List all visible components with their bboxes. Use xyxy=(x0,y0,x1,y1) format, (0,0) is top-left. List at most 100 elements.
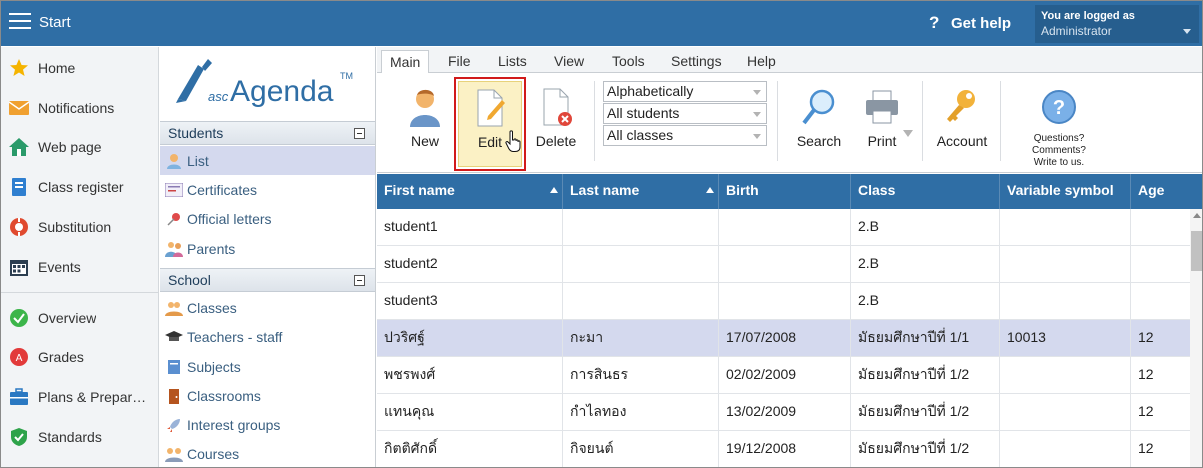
nav-divider xyxy=(1,292,158,293)
logo-name: Agenda xyxy=(230,75,334,108)
table-scrollbar[interactable] xyxy=(1190,209,1202,467)
nav-item-notifications[interactable]: Notifications xyxy=(1,89,158,127)
chevron-down-icon xyxy=(1183,29,1191,34)
module-item-teachers[interactable]: Teachers - staff xyxy=(160,322,375,351)
scroll-up-icon[interactable] xyxy=(1193,213,1201,218)
courses-icon xyxy=(165,446,183,462)
edit-button[interactable]: Edit xyxy=(454,77,526,171)
module-item-subjects[interactable]: Subjects xyxy=(160,352,375,381)
module-item-classes[interactable]: Classes xyxy=(160,293,375,322)
table-row[interactable]: student1 2.B xyxy=(377,209,1190,246)
print-button[interactable]: Print xyxy=(854,81,910,167)
book-icon xyxy=(9,177,29,197)
delete-button[interactable]: Delete xyxy=(527,81,585,167)
svg-text:A: A xyxy=(16,353,23,364)
user-menu[interactable]: You are logged as Administrator xyxy=(1035,5,1199,43)
ribbon-divider xyxy=(922,81,923,161)
classes-icon xyxy=(165,300,183,316)
table-row-selected[interactable]: ปวริศฐ์ กะมา 17/07/2008 มัธยมศึกษาปีที่ … xyxy=(377,320,1190,357)
edit-document-icon xyxy=(470,88,510,128)
column-header-last-name[interactable]: Last name xyxy=(563,174,719,209)
module-item-certificates[interactable]: Certificates xyxy=(160,175,375,204)
school-section-header[interactable]: School xyxy=(160,268,375,292)
column-header-age[interactable]: Age xyxy=(1131,174,1202,209)
nav-item-home[interactable]: Home xyxy=(1,49,158,87)
calendar-icon xyxy=(9,257,29,277)
get-help-button[interactable]: ? Get help xyxy=(929,13,1011,33)
module-item-list[interactable]: List xyxy=(160,146,375,175)
delete-document-icon xyxy=(536,87,576,127)
classes-filter-select[interactable]: All classes xyxy=(603,125,767,146)
nav-item-substitution[interactable]: Substitution xyxy=(1,208,158,246)
new-button[interactable]: New xyxy=(397,81,453,167)
ribbon-tabs: Main File Lists View Tools Settings Help xyxy=(377,47,1202,74)
ribbon-divider xyxy=(1000,81,1001,161)
door-icon xyxy=(165,388,183,404)
collapse-icon[interactable] xyxy=(354,128,365,139)
ribbon-divider xyxy=(594,81,595,161)
ascagenda-logo: asc Agenda TM xyxy=(172,55,368,111)
table-row[interactable]: student3 2.B xyxy=(377,283,1190,320)
column-header-class[interactable]: Class xyxy=(851,174,1000,209)
rocket-icon xyxy=(165,417,183,433)
module-item-classrooms[interactable]: Classrooms xyxy=(160,381,375,410)
subject-book-icon xyxy=(165,359,183,375)
nav-item-class-register[interactable]: Class register xyxy=(1,168,158,206)
sort-ascending-icon xyxy=(550,187,558,193)
account-button[interactable]: Account xyxy=(933,81,991,167)
modules-panel: asc Agenda TM Students List Certificates… xyxy=(160,47,376,467)
ribbon-divider xyxy=(777,81,778,161)
user-name: Administrator xyxy=(1041,24,1112,38)
table-row[interactable]: แทนคุณ กำไลทอง 13/02/2009 มัธยมศึกษาปีที… xyxy=(377,394,1190,431)
tab-file[interactable]: File xyxy=(440,52,479,73)
hamburger-menu-icon[interactable] xyxy=(9,13,31,31)
logo-prefix: asc xyxy=(208,89,229,104)
tab-main[interactable]: Main xyxy=(381,50,430,74)
column-header-first-name[interactable]: First name xyxy=(377,174,563,209)
scrollbar-thumb[interactable] xyxy=(1191,231,1202,271)
shield-check-icon xyxy=(9,427,29,447)
table-row[interactable]: พชรพงศ์ การสินธร 02/02/2009 มัธยมศึกษาปี… xyxy=(377,357,1190,394)
chevron-down-icon xyxy=(753,134,761,139)
ribbon: New Edit Delete Alphabetically All stude… xyxy=(377,73,1202,173)
module-item-interest-groups[interactable]: Interest groups xyxy=(160,410,375,439)
nav-item-web-page[interactable]: Web page xyxy=(1,128,158,166)
nav-item-plans[interactable]: Plans & Preparations xyxy=(1,378,158,416)
module-item-courses[interactable]: Courses xyxy=(160,439,375,467)
column-header-variable-symbol[interactable]: Variable symbol xyxy=(1000,174,1131,209)
nav-item-overview[interactable]: Overview xyxy=(1,299,158,337)
nav-item-grades[interactable]: A Grades xyxy=(1,338,158,376)
tab-view[interactable]: View xyxy=(546,52,592,73)
print-options-chevron-icon[interactable] xyxy=(903,130,913,138)
nav-item-standards[interactable]: Standards xyxy=(1,418,158,456)
students-filter-select[interactable]: All students xyxy=(603,103,767,124)
table-row[interactable]: student2 2.B xyxy=(377,246,1190,283)
sort-order-select[interactable]: Alphabetically xyxy=(603,81,767,102)
top-bar: Start ? Get help You are logged as Admini… xyxy=(1,1,1202,46)
module-item-parents[interactable]: Parents xyxy=(160,234,375,263)
feedback-button[interactable]: ? Questions? Comments? Write to us. xyxy=(1021,81,1097,168)
table-row[interactable]: กิตติศักดิ์ กิจยนต์ 19/12/2008 มัธยมศึกษ… xyxy=(377,431,1190,467)
students-table: First name Last name Birth Class Variabl… xyxy=(377,174,1202,467)
get-help-label: Get help xyxy=(951,15,1012,32)
collapse-icon[interactable] xyxy=(354,275,365,286)
nav-item-events[interactable]: Events xyxy=(1,248,158,286)
envelope-icon xyxy=(9,98,29,118)
module-item-official-letters[interactable]: Official letters xyxy=(160,204,375,233)
app-title[interactable]: Start xyxy=(39,14,71,31)
search-button[interactable]: Search xyxy=(789,81,849,167)
column-header-birth[interactable]: Birth xyxy=(719,174,851,209)
briefcase-icon xyxy=(9,387,29,407)
check-circle-icon xyxy=(9,308,29,328)
chevron-down-icon xyxy=(753,90,761,95)
tab-help[interactable]: Help xyxy=(739,52,784,73)
lifebuoy-icon xyxy=(9,217,29,237)
pin-icon xyxy=(165,211,183,227)
students-section-header[interactable]: Students xyxy=(160,121,375,145)
logo-tm: TM xyxy=(340,71,353,81)
tab-tools[interactable]: Tools xyxy=(604,52,653,73)
question-icon: ? xyxy=(929,13,940,32)
table-header: First name Last name Birth Class Variabl… xyxy=(377,174,1202,209)
tab-lists[interactable]: Lists xyxy=(490,52,535,73)
tab-settings[interactable]: Settings xyxy=(663,52,730,73)
